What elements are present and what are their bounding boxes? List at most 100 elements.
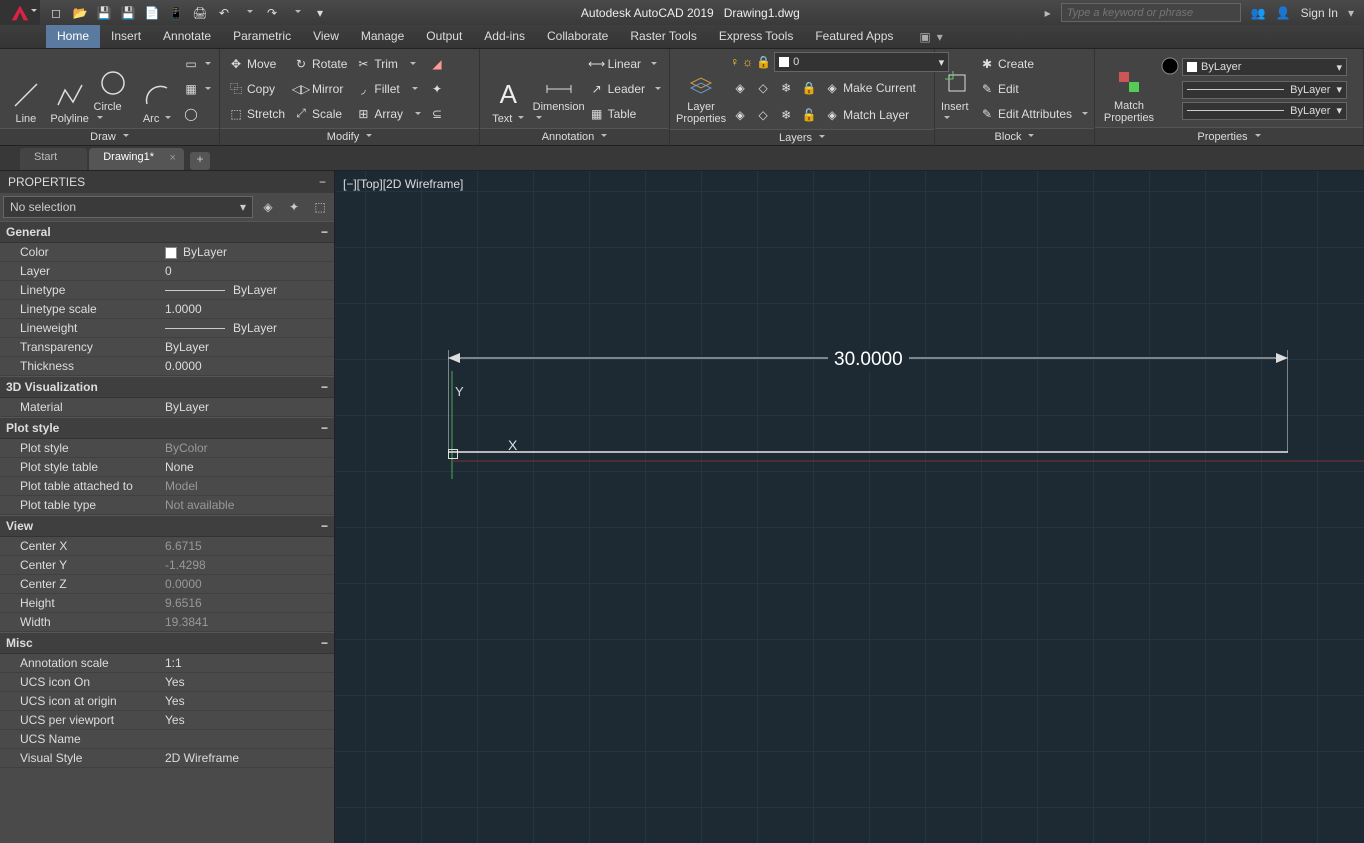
linear-button[interactable]: ⟷Linear (587, 52, 663, 75)
open-icon[interactable]: 📂 (72, 5, 88, 21)
erase-icon[interactable]: ◢ (427, 52, 447, 75)
redo-dropdown-icon[interactable] (288, 5, 304, 21)
tab-start[interactable]: Start (20, 148, 87, 170)
property-row[interactable]: Thickness0.0000 (0, 357, 334, 376)
plot-icon[interactable]: 🖨 (192, 5, 208, 21)
prop-section-header[interactable]: Plot style− (0, 417, 334, 439)
quickselect-icon[interactable]: ✦ (283, 196, 305, 218)
tab-featuredapps[interactable]: Featured Apps (804, 25, 904, 48)
stretch-button[interactable]: ⬚Stretch (226, 102, 287, 125)
layer-combo[interactable]: 0▾ (774, 52, 949, 72)
color-combo[interactable]: ByLayer▾ (1182, 58, 1347, 76)
property-row[interactable]: MaterialByLayer (0, 398, 334, 417)
property-row[interactable]: UCS icon OnYes (0, 673, 334, 692)
signin-button[interactable]: Sign In (1301, 6, 1338, 20)
layer-uniso-icon[interactable]: ◈ (730, 103, 750, 126)
match-layer-button[interactable]: ◈Match Layer (822, 103, 911, 126)
new-icon[interactable]: ◻ (48, 5, 64, 21)
tab-insert[interactable]: Insert (100, 25, 152, 48)
ribbon-vis-icon[interactable]: ▣ (919, 30, 930, 44)
layer-lck-icon[interactable]: 🔒 (799, 76, 819, 99)
arc-button[interactable]: Arc (137, 53, 177, 125)
property-row[interactable]: Width19.3841 (0, 613, 334, 632)
layer-lock-icon[interactable]: 🔒 (756, 55, 771, 69)
tab-rastertools[interactable]: Raster Tools (619, 25, 707, 48)
tab-expresstools[interactable]: Express Tools (708, 25, 804, 48)
dimension-button[interactable]: Dimension (535, 53, 583, 125)
property-row[interactable]: Linetype scale1.0000 (0, 300, 334, 319)
close-icon[interactable]: × (170, 152, 176, 164)
lineweight-combo[interactable]: ByLayer▾ (1182, 81, 1347, 99)
property-row[interactable]: UCS per viewportYes (0, 711, 334, 730)
tab-collaborate[interactable]: Collaborate (536, 25, 619, 48)
property-row[interactable]: Center Z0.0000 (0, 575, 334, 594)
property-row[interactable]: LineweightByLayer (0, 319, 334, 338)
close-panel-icon[interactable]: − (319, 175, 326, 189)
layer-on-icon[interactable]: ◇ (753, 103, 773, 126)
property-row[interactable]: Plot styleByColor (0, 439, 334, 458)
selection-combo[interactable]: No selection▾ (3, 196, 253, 218)
search-input[interactable] (1061, 3, 1241, 22)
panel-properties-title[interactable]: Properties (1095, 127, 1363, 145)
match-properties-button[interactable]: Match Properties (1101, 52, 1157, 124)
property-row[interactable]: Center Y-1.4298 (0, 556, 334, 575)
tab-manage[interactable]: Manage (350, 25, 415, 48)
prop-section-header[interactable]: View− (0, 515, 334, 537)
mirror-button[interactable]: ◁▷Mirror (291, 77, 349, 100)
leader-button[interactable]: ↗Leader (587, 77, 663, 100)
open-web-icon[interactable]: 📄 (144, 5, 160, 21)
hatch-icon[interactable]: ▦ (181, 77, 213, 100)
layer-thaw-icon[interactable]: ❄ (776, 103, 796, 126)
signin-dropdown-icon[interactable]: ▾ (1348, 6, 1354, 20)
text-button[interactable]: AText (486, 53, 531, 125)
create-block-button[interactable]: ✱Create (977, 52, 1090, 75)
color-wheel-icon[interactable] (1161, 57, 1179, 78)
view-label[interactable]: [−][Top][2D Wireframe] (343, 177, 463, 191)
tab-output[interactable]: Output (415, 25, 473, 48)
property-row[interactable]: UCS icon at originYes (0, 692, 334, 711)
panel-modify-title[interactable]: Modify (220, 128, 479, 145)
property-row[interactable]: Annotation scale1:1 (0, 654, 334, 673)
prop-section-header[interactable]: General− (0, 221, 334, 243)
linetype-combo[interactable]: ByLayer▾ (1182, 102, 1347, 120)
panel-annotation-title[interactable]: Annotation (480, 128, 669, 145)
array-button[interactable]: ⊞Array (353, 102, 423, 125)
qat-more-icon[interactable]: ▾ (312, 5, 328, 21)
property-row[interactable]: Plot table typeNot available (0, 496, 334, 515)
property-row[interactable]: UCS Name (0, 730, 334, 749)
panel-layers-title[interactable]: Layers (670, 129, 934, 145)
property-row[interactable]: Plot table attached toModel (0, 477, 334, 496)
prop-section-header[interactable]: Misc− (0, 632, 334, 654)
drawing-canvas[interactable]: [−][Top][2D Wireframe] Y X 30.0000 (335, 171, 1364, 843)
property-row[interactable]: LinetypeByLayer (0, 281, 334, 300)
panel-block-title[interactable]: Block (935, 128, 1094, 145)
properties-header[interactable]: PROPERTIES− (0, 171, 334, 193)
undo-dropdown-icon[interactable] (240, 5, 256, 21)
property-row[interactable]: Center X6.6715 (0, 537, 334, 556)
layer-iso-icon[interactable]: ◈ (730, 76, 750, 99)
search-dropdown-icon[interactable]: ▸ (1045, 6, 1051, 20)
layer-off-icon[interactable]: ◇ (753, 76, 773, 99)
make-current-button[interactable]: ◈Make Current (822, 76, 918, 99)
move-button[interactable]: ✥Move (226, 52, 287, 75)
ellipse-icon[interactable]: ◯ (181, 102, 213, 125)
tab-parametric[interactable]: Parametric (222, 25, 302, 48)
redo-icon[interactable]: ↷ (264, 5, 280, 21)
undo-icon[interactable]: ↶ (216, 5, 232, 21)
save-web-icon[interactable]: 📱 (168, 5, 184, 21)
infocenter-icon[interactable]: 👥 (1251, 6, 1266, 20)
tab-drawing1[interactable]: Drawing1*× (89, 148, 184, 170)
select-icon[interactable]: ⬚ (309, 196, 331, 218)
trim-button[interactable]: ✂Trim (353, 52, 423, 75)
property-row[interactable]: Visual Style2D Wireframe (0, 749, 334, 768)
insert-block-button[interactable]: Insert (941, 53, 973, 125)
edit-attributes-button[interactable]: ✎Edit Attributes (977, 102, 1090, 125)
layer-ulck-icon[interactable]: 🔓 (799, 103, 819, 126)
rotate-button[interactable]: ↻Rotate (291, 52, 349, 75)
fillet-button[interactable]: ◞Fillet (353, 77, 423, 100)
saveas-icon[interactable]: 💾 (120, 5, 136, 21)
offset-icon[interactable]: ⊆ (427, 102, 447, 125)
layer-sun-icon[interactable]: ☼ (742, 55, 753, 69)
tab-annotate[interactable]: Annotate (152, 25, 222, 48)
property-row[interactable]: ColorByLayer (0, 243, 334, 262)
